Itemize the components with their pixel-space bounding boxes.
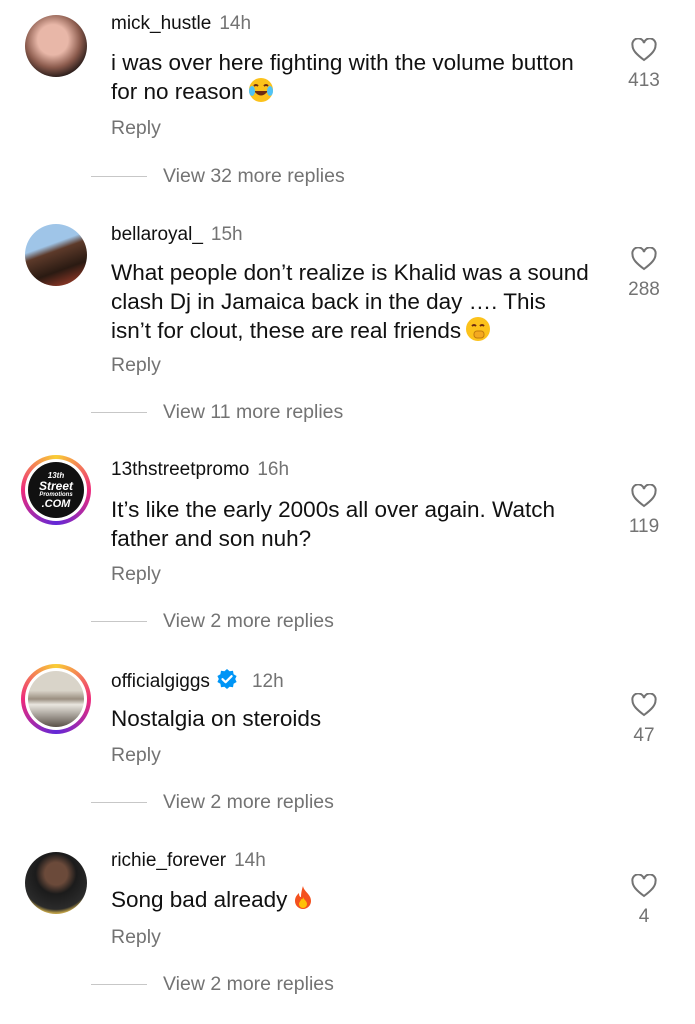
heart-outline-icon (631, 874, 657, 898)
face-with-hand-over-mouth-icon (465, 316, 491, 349)
like-count: 288 (628, 279, 660, 300)
comment-text: What people don’t realize is Khalid was … (111, 258, 591, 349)
comment-text: It’s like the early 2000s all over again… (111, 497, 555, 551)
view-replies-button[interactable]: View 2 more replies (91, 972, 334, 996)
comment-text: i was over here fighting with the volume… (111, 48, 591, 110)
like-button[interactable]: 119 (619, 484, 669, 538)
avatar[interactable] (21, 664, 91, 734)
like-count: 4 (638, 906, 650, 927)
heart-outline-icon (631, 247, 657, 271)
username[interactable]: bellaroyal_ (111, 224, 203, 245)
like-count: 413 (628, 70, 660, 91)
face-with-tears-of-joy-icon (248, 77, 274, 110)
divider (91, 411, 147, 413)
avatar[interactable] (25, 15, 87, 77)
username[interactable]: mick_hustle (111, 13, 211, 34)
like-button[interactable]: 47 (619, 693, 669, 747)
timestamp: 14h (219, 13, 252, 34)
avatar[interactable] (25, 224, 87, 286)
divider (91, 983, 147, 985)
like-button[interactable]: 288 (619, 247, 669, 301)
reply-button[interactable]: Reply (111, 562, 161, 586)
reply-button[interactable]: Reply (111, 353, 161, 377)
view-replies-button[interactable]: View 2 more replies (91, 790, 334, 814)
view-replies-button[interactable]: View 11 more replies (91, 400, 343, 424)
timestamp: 14h (234, 850, 266, 871)
reply-button[interactable]: Reply (111, 925, 161, 949)
fire-icon (291, 885, 315, 918)
avatar[interactable] (25, 852, 87, 914)
like-count: 47 (633, 725, 655, 746)
heart-outline-icon (631, 38, 657, 62)
like-count: 119 (628, 516, 660, 537)
timestamp: 12h (251, 671, 284, 692)
timestamp: 16h (257, 459, 290, 480)
reply-button[interactable]: Reply (111, 743, 161, 767)
username[interactable]: officialgiggs (111, 671, 210, 692)
username[interactable]: 13thstreetpromo (111, 459, 249, 480)
heart-outline-icon (631, 484, 657, 508)
view-replies-button[interactable]: View 2 more replies (91, 609, 334, 633)
divider (91, 801, 147, 803)
timestamp: 15h (210, 224, 243, 245)
comment-text: Nostalgia on steroids (111, 706, 322, 731)
like-button[interactable]: 413 (619, 38, 669, 92)
heart-outline-icon (631, 693, 657, 717)
view-replies-button[interactable]: View 32 more replies (91, 164, 345, 188)
comment-text: Song bad already (111, 885, 591, 918)
divider (91, 620, 147, 622)
like-button[interactable]: 4 (619, 874, 669, 928)
avatar[interactable]: 13th Street Promotions .COM (21, 455, 91, 525)
divider (91, 175, 147, 177)
username[interactable]: richie_forever (111, 850, 226, 871)
verified-badge-icon (216, 668, 238, 697)
reply-button[interactable]: Reply (111, 116, 161, 140)
